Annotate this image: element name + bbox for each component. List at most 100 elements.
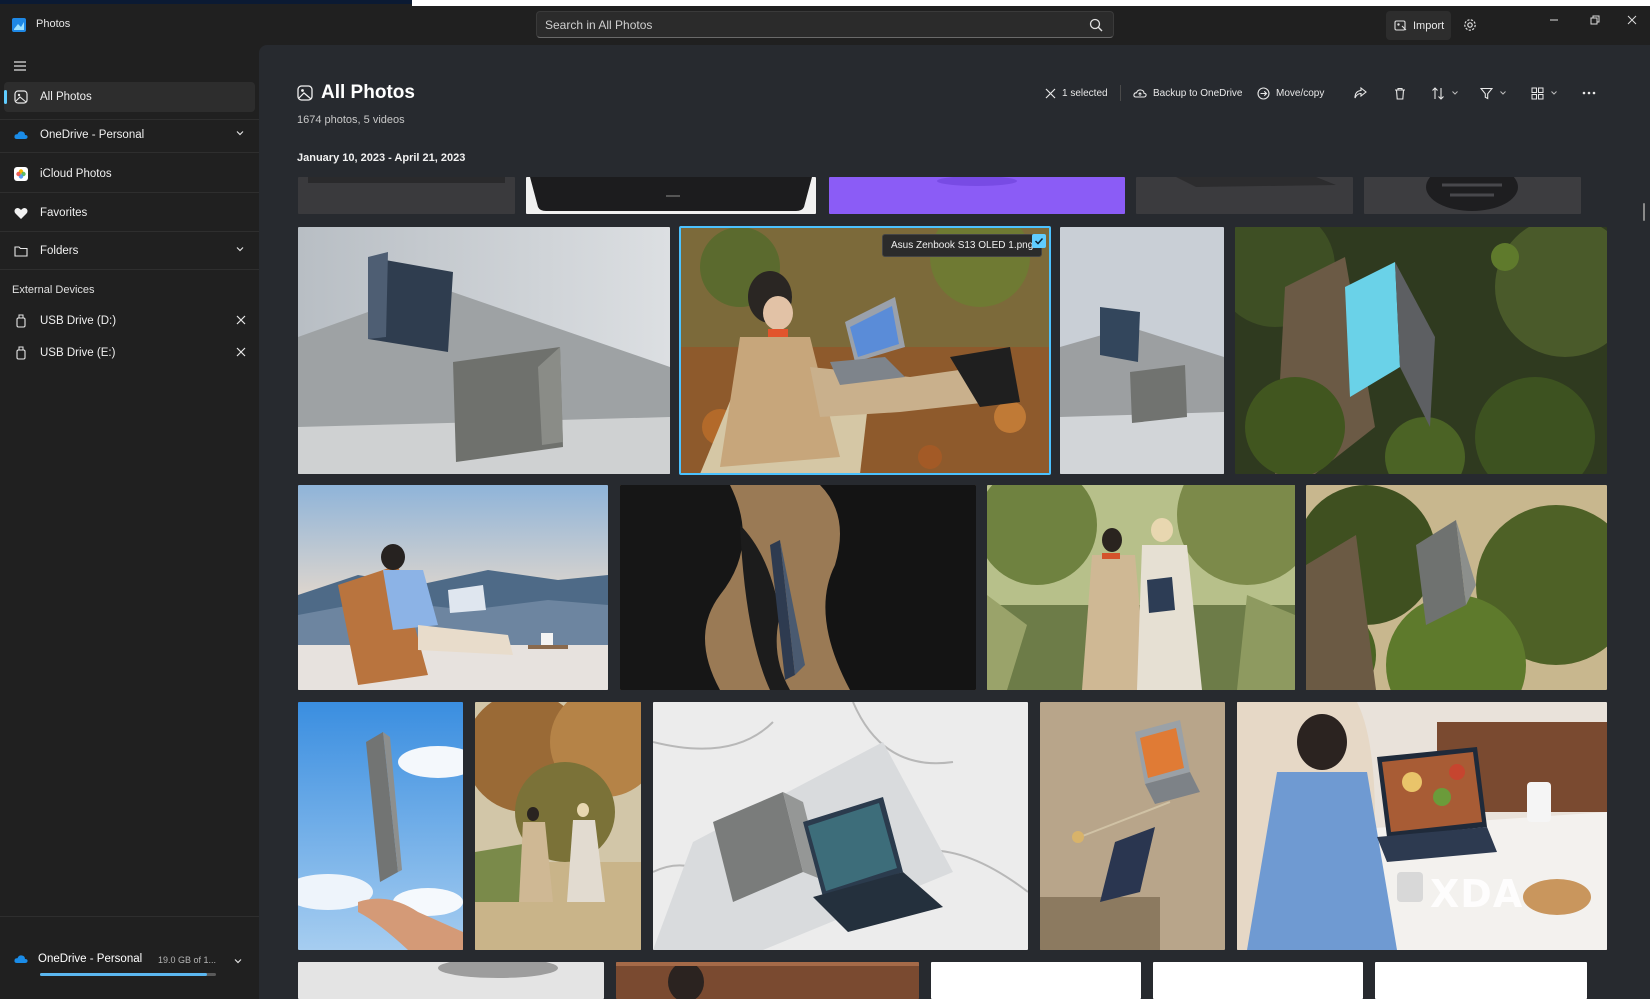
photo-thumbnail[interactable] (298, 485, 608, 690)
view-layout-button[interactable] (1531, 83, 1558, 103)
sidebar-item-all-photos[interactable]: All Photos (4, 82, 255, 112)
close-window-button[interactable] (1614, 10, 1650, 30)
delete-button[interactable] (1394, 83, 1406, 103)
photo-thumbnail-selected[interactable]: Asus Zenbook S13 OLED 1.png (679, 226, 1051, 475)
photo-thumbnail[interactable] (1235, 227, 1607, 474)
sidebar-item-icloud-photos[interactable]: iCloud Photos (4, 159, 255, 189)
backup-label: Backup to OneDrive (1153, 87, 1243, 99)
title-bar-edge-light (412, 0, 1650, 6)
photo-thumbnail[interactable] (475, 702, 641, 950)
photo-thumbnail[interactable] (298, 227, 670, 474)
photo-thumbnail[interactable] (298, 702, 463, 950)
chevron-down-icon[interactable] (233, 956, 243, 966)
chevron-down-icon[interactable] (235, 244, 245, 254)
folder-icon (14, 244, 28, 258)
onedrive-cloud-icon (14, 955, 28, 963)
chevron-down-icon[interactable] (235, 128, 245, 138)
import-button[interactable]: Import (1386, 11, 1451, 40)
usb-drive-icon (14, 346, 28, 360)
storage-quota-bar (40, 973, 216, 976)
photo-thumbnail[interactable] (1153, 962, 1363, 999)
hamburger-menu-icon[interactable] (12, 58, 28, 74)
settings-button[interactable] (1460, 15, 1480, 35)
share-button[interactable] (1353, 83, 1367, 103)
photo-thumbnail[interactable] (1040, 702, 1225, 950)
photo-thumbnail[interactable] (987, 485, 1295, 690)
storage-quota-fill (40, 973, 208, 976)
minimize-button[interactable] (1536, 10, 1572, 30)
sidebar-item-usb-drive-d[interactable]: USB Drive (D:) (4, 306, 255, 336)
filename-tooltip: Asus Zenbook S13 OLED 1.png (882, 234, 1043, 257)
storage-row: OneDrive - Personal (14, 953, 142, 965)
photo-thumbnail[interactable] (931, 962, 1141, 999)
photo-thumbnail[interactable] (1306, 485, 1607, 690)
photos-icon (14, 90, 28, 104)
search-box[interactable] (536, 11, 1114, 38)
restore-icon (1590, 15, 1600, 25)
restore-button[interactable] (1577, 10, 1613, 30)
filter-icon (1480, 87, 1493, 99)
move-copy-label: Move/copy (1276, 87, 1325, 99)
eject-close-icon[interactable] (235, 346, 247, 358)
minimize-icon (1550, 19, 1558, 21)
clear-selection-button[interactable]: 1 selected (1045, 83, 1108, 103)
app-title: Photos (36, 18, 71, 30)
backup-onedrive-button[interactable]: Backup to OneDrive (1133, 83, 1243, 103)
checkmark-icon (1034, 237, 1044, 245)
search-input[interactable] (545, 15, 1075, 34)
sidebar-item-favorites[interactable]: Favorites (4, 198, 255, 228)
search-icon[interactable] (1089, 18, 1103, 32)
more-options-button[interactable] (1582, 83, 1596, 103)
external-devices-heading: External Devices (12, 284, 95, 296)
sidebar: All Photos OneDrive - Personal iCloud Ph… (0, 48, 259, 999)
date-range-heading: January 10, 2023 - April 21, 2023 (297, 152, 466, 164)
vertical-scrollbar-thumb[interactable] (1643, 203, 1645, 221)
chevron-down-icon (1500, 91, 1506, 95)
eject-close-icon[interactable] (235, 314, 247, 326)
sidebar-item-label: USB Drive (E:) (40, 347, 116, 359)
xda-watermark: XDA (1430, 872, 1524, 916)
sidebar-item-onedrive[interactable]: OneDrive - Personal (4, 120, 255, 150)
photo-thumbnail[interactable]: XDA (1237, 702, 1607, 950)
onedrive-cloud-icon (14, 128, 28, 142)
sidebar-divider (0, 231, 259, 232)
close-icon (1045, 88, 1056, 98)
photo-thumbnail[interactable] (526, 177, 816, 214)
photo-thumbnail[interactable] (1364, 177, 1581, 214)
sidebar-divider (0, 192, 259, 193)
chevron-down-icon (1551, 91, 1557, 95)
photos-toolbar: 1 selected Backup to OneDrive Move/copy (259, 83, 1650, 103)
photo-thumbnail[interactable] (829, 177, 1125, 214)
share-icon (1354, 86, 1367, 98)
photo-thumbnail[interactable] (1136, 177, 1353, 214)
filter-button[interactable] (1480, 83, 1507, 103)
sidebar-item-label: iCloud Photos (40, 168, 112, 180)
selection-checkbox[interactable] (1032, 234, 1046, 248)
sidebar-item-usb-drive-e[interactable]: USB Drive (E:) (4, 338, 255, 368)
chevron-down-icon (1452, 91, 1458, 95)
photos-app-icon (12, 18, 26, 32)
photo-thumbnail[interactable] (1060, 227, 1224, 474)
photo-thumbnail[interactable] (620, 485, 976, 690)
sidebar-divider (0, 152, 259, 153)
sidebar-divider (0, 269, 259, 270)
photo-thumbnail[interactable] (298, 177, 515, 214)
storage-indicator[interactable]: OneDrive - Personal 19.0 GB of 1... (0, 916, 259, 999)
photo-thumbnail[interactable] (298, 962, 604, 999)
main-content: All Photos 1674 photos, 5 videos January… (259, 45, 1650, 999)
close-icon (1627, 15, 1637, 25)
move-copy-button[interactable]: Move/copy (1257, 83, 1324, 103)
photo-count: 1674 photos, 5 videos (297, 114, 405, 126)
sidebar-item-label: OneDrive - Personal (40, 129, 145, 141)
sort-button[interactable] (1431, 83, 1459, 103)
photo-thumbnail[interactable] (616, 962, 919, 999)
photo-thumbnail[interactable] (653, 702, 1028, 950)
title-bar-edge (0, 0, 412, 4)
move-copy-icon (1257, 86, 1270, 100)
sort-icon (1432, 86, 1444, 100)
photo-thumbnail[interactable] (1375, 962, 1587, 999)
toolbar-divider (1120, 85, 1121, 101)
sidebar-item-folders[interactable]: Folders (4, 236, 255, 266)
more-icon (1582, 91, 1596, 95)
title-bar: Photos Import (0, 0, 1650, 48)
